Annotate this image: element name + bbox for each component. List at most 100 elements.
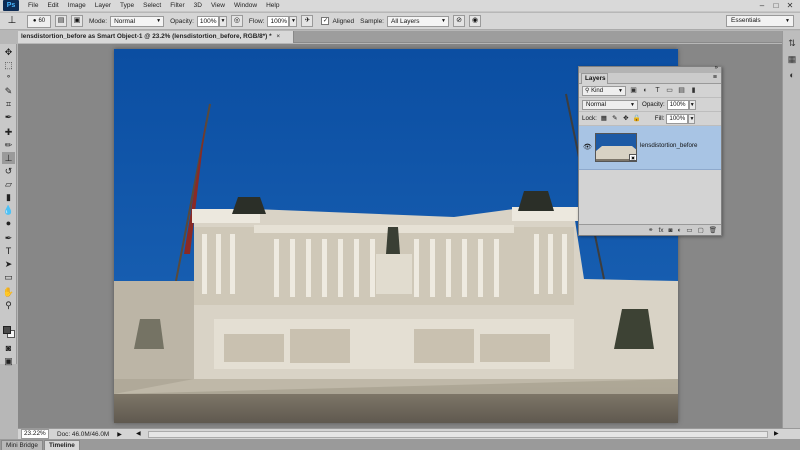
- brush-icon[interactable]: ✏: [2, 139, 15, 151]
- layer-opacity-input[interactable]: 100%: [666, 99, 689, 110]
- clone-source-panel-icon[interactable]: ▣: [71, 15, 83, 27]
- quick-mask-icon[interactable]: ◙: [2, 342, 15, 354]
- chevron-down-icon: ▼: [441, 17, 446, 24]
- menu-layer[interactable]: Layer: [95, 2, 111, 9]
- history-brush-icon[interactable]: ↺: [2, 165, 15, 177]
- scroll-left-icon[interactable]: ◀: [136, 430, 141, 437]
- new-adjustment-layer-icon[interactable]: ◐: [677, 227, 681, 234]
- horizontal-scrollbar[interactable]: [148, 431, 768, 438]
- gradient-icon[interactable]: ▮: [2, 191, 15, 203]
- menu-file[interactable]: File: [28, 2, 38, 9]
- collapse-panel-icon[interactable]: »: [715, 65, 718, 71]
- mode-select[interactable]: Normal ▼: [110, 15, 165, 27]
- smart-object-filter-icon[interactable]: ▤: [677, 86, 686, 95]
- layer-row[interactable]: 👁 ▣ lensdistortion_before: [579, 126, 721, 170]
- move-icon[interactable]: ✥: [2, 46, 15, 58]
- clone-stamp-preset-icon[interactable]: ⊥: [3, 14, 21, 28]
- lock-position-icon[interactable]: ✥: [622, 114, 630, 123]
- blend-mode-select[interactable]: Normal ▼: [582, 99, 638, 110]
- menu-view[interactable]: View: [211, 2, 225, 9]
- scroll-right-icon[interactable]: ▶: [774, 430, 779, 437]
- type-icon[interactable]: T: [2, 245, 15, 257]
- pixel-filter-icon[interactable]: ▣: [629, 86, 638, 95]
- panel-menu-icon[interactable]: ≡: [713, 74, 717, 81]
- menu-edit[interactable]: Edit: [47, 2, 58, 9]
- flow-input[interactable]: 100%: [267, 15, 290, 27]
- crop-icon[interactable]: ⌗: [2, 98, 15, 110]
- lock-transparency-icon[interactable]: ▦: [600, 114, 608, 123]
- pressure-size-icon[interactable]: ◉: [469, 15, 481, 27]
- lock-all-icon[interactable]: 🔒: [633, 114, 641, 123]
- opacity-slider-toggle[interactable]: ▼: [218, 15, 227, 27]
- close-tab-icon[interactable]: ×: [276, 33, 280, 40]
- clone-stamp-icon[interactable]: ⊥: [2, 152, 15, 164]
- fill-input[interactable]: 100%: [666, 113, 689, 124]
- tab-mini-bridge[interactable]: Mini Bridge: [1, 440, 43, 450]
- menu-select[interactable]: Select: [143, 2, 161, 9]
- path-select-icon[interactable]: ➤: [2, 258, 15, 270]
- menu-3d[interactable]: 3D: [194, 2, 202, 9]
- filter-toggle-icon[interactable]: ▮: [689, 86, 698, 95]
- airbrush-icon[interactable]: ✈: [301, 15, 314, 27]
- maximize-button[interactable]: □: [770, 1, 782, 11]
- new-layer-icon[interactable]: ▢: [698, 226, 704, 234]
- marquee-icon[interactable]: ⬚: [2, 59, 15, 71]
- opacity-input[interactable]: 100%: [196, 15, 219, 27]
- sample-select[interactable]: All Layers ▼: [387, 15, 449, 27]
- zoom-icon[interactable]: ⚲: [2, 299, 15, 311]
- minimize-button[interactable]: –: [756, 1, 768, 11]
- zoom-level-input[interactable]: 23.22%: [21, 429, 49, 439]
- shape-icon[interactable]: ▭: [2, 271, 15, 283]
- adjustment-filter-icon[interactable]: ◐: [641, 86, 650, 95]
- mode-value: Normal: [114, 17, 136, 25]
- healing-brush-icon[interactable]: ✚: [2, 126, 15, 138]
- aligned-checkbox[interactable]: ✓: [321, 17, 330, 25]
- pressure-opacity-icon[interactable]: ◎: [230, 15, 243, 27]
- lock-pixels-icon[interactable]: ✎: [611, 114, 619, 123]
- menu-type[interactable]: Type: [120, 2, 134, 9]
- layer-filter-row: ⚲ Kind ▼ ▣ ◐ T ▭ ▤ ▮: [579, 84, 721, 98]
- status-menu-arrow-icon[interactable]: ▶: [117, 431, 122, 438]
- flow-slider-toggle[interactable]: ▼: [289, 15, 298, 27]
- layer-name[interactable]: lensdistortion_before: [640, 142, 697, 149]
- lasso-icon[interactable]: ᐤ: [2, 72, 15, 84]
- tab-timeline[interactable]: Timeline: [43, 440, 80, 450]
- hand-icon[interactable]: ✋: [2, 286, 15, 298]
- menu-filter[interactable]: Filter: [170, 2, 184, 9]
- eye-icon[interactable]: 👁: [583, 143, 592, 152]
- menu-window[interactable]: Window: [234, 2, 257, 9]
- quick-select-icon[interactable]: ✎: [2, 85, 15, 97]
- history-panel-icon[interactable]: ⇅: [786, 37, 798, 49]
- brush-panel-toggle-icon[interactable]: ▤: [55, 15, 67, 27]
- dodge-icon[interactable]: ●: [2, 217, 15, 229]
- add-mask-icon[interactable]: ◙: [669, 227, 673, 234]
- filter-kind-value: Kind: [591, 87, 604, 94]
- link-layers-icon[interactable]: ⚭: [648, 226, 653, 234]
- foreground-color-swatch[interactable]: [3, 326, 11, 334]
- brush-size-picker[interactable]: ● 60: [27, 14, 51, 28]
- close-window-button[interactable]: ✕: [784, 1, 796, 11]
- layers-tab[interactable]: Layers: [581, 73, 608, 84]
- document-tab[interactable]: lensdistortion_before as Smart Object-1 …: [18, 31, 294, 43]
- menu-help[interactable]: Help: [266, 2, 279, 9]
- screen-mode-icon[interactable]: ▣: [2, 355, 15, 367]
- filter-kind-select[interactable]: ⚲ Kind ▼: [582, 85, 626, 96]
- eraser-icon[interactable]: ▱: [2, 178, 15, 190]
- type-filter-icon[interactable]: T: [653, 86, 662, 95]
- ignore-adjustment-layers-icon[interactable]: ⊘: [453, 15, 465, 27]
- adjustments-panel-icon[interactable]: ◐: [786, 69, 798, 81]
- workspace-switcher[interactable]: Essentials ▼: [726, 15, 794, 27]
- fx-icon[interactable]: fx: [658, 227, 663, 234]
- layer-opacity-slider-toggle[interactable]: ▼: [688, 99, 696, 110]
- eyedropper-icon[interactable]: ✒: [2, 111, 15, 123]
- blur-icon[interactable]: 💧: [2, 204, 15, 216]
- new-group-icon[interactable]: ▭: [686, 226, 692, 234]
- brush-dot-icon: ●: [32, 18, 37, 24]
- properties-panel-icon[interactable]: ▦: [786, 53, 798, 65]
- fill-slider-toggle[interactable]: ▼: [688, 113, 696, 124]
- menu-image[interactable]: Image: [68, 2, 86, 9]
- pen-icon[interactable]: ✒: [2, 232, 15, 244]
- delete-layer-icon[interactable]: 🗑: [709, 226, 717, 234]
- shape-filter-icon[interactable]: ▭: [665, 86, 674, 95]
- smart-object-badge-icon: ▣: [629, 154, 637, 161]
